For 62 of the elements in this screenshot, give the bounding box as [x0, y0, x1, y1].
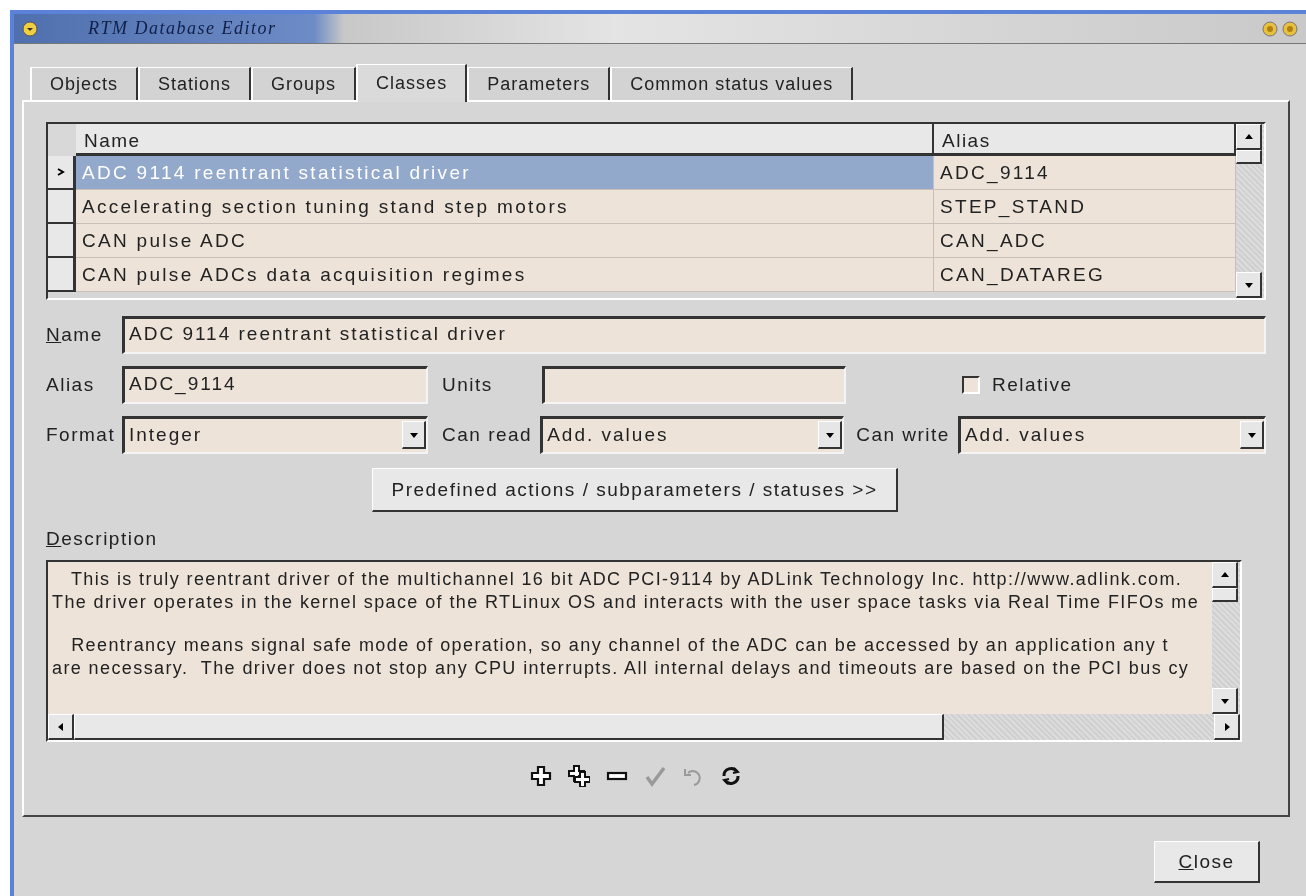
- close-button[interactable]: Close: [1154, 841, 1260, 883]
- tab[interactable]: Stations: [138, 67, 252, 100]
- scroll-thumb[interactable]: [1212, 588, 1238, 602]
- description-line: This is truly reentrant driver of the multichannel 16 bit ADC PCI-9114 by ADLink Technology Inc. http://www.adlink.com.: [69, 568, 1184, 591]
- description-label: Description: [46, 528, 158, 550]
- scroll-thumb[interactable]: [1236, 150, 1262, 164]
- current-row-icon: [56, 168, 65, 176]
- horizontal-scrollbar[interactable]: [48, 714, 1240, 740]
- tab[interactable]: Classes: [356, 64, 468, 102]
- dropdown[interactable]: Add. values: [957, 416, 1266, 454]
- description-line: Reentrancy means signal safe mode of operation, so any channel of the ADC can be accessed by an application any t: [70, 634, 1170, 657]
- dropdown-button[interactable]: [402, 421, 426, 449]
- scroll-down-button[interactable]: [1236, 272, 1262, 298]
- field-label: Can read: [442, 424, 533, 446]
- scroll-up-button[interactable]: [1212, 562, 1238, 588]
- scroll-left-button[interactable]: [48, 714, 74, 740]
- description-line: The driver operates in the kernel space of the RTLinux OS and interacts with the user space tasks via Real Time FIFOs me: [52, 591, 1201, 614]
- column-header[interactable]: Alias: [934, 124, 1236, 156]
- table-cell[interactable]: CAN_ADC: [934, 224, 1236, 258]
- row-header[interactable]: [48, 190, 76, 224]
- tab[interactable]: Groups: [251, 67, 357, 100]
- row-header[interactable]: [48, 224, 76, 258]
- scroll-down-button[interactable]: [1212, 688, 1238, 714]
- column-header[interactable]: Name: [76, 124, 934, 156]
- relative-checkbox[interactable]: [962, 376, 980, 394]
- plus-icon[interactable]: [530, 765, 552, 787]
- vertical-scrollbar[interactable]: [1236, 124, 1264, 298]
- dropdown[interactable]: Add. values: [540, 416, 845, 454]
- dropdown[interactable]: Integer: [122, 416, 428, 454]
- table-cell[interactable]: STEP_STAND: [934, 190, 1236, 224]
- field-label: Name: [46, 324, 104, 346]
- row-header[interactable]: [48, 258, 76, 292]
- double-plus-icon[interactable]: [568, 765, 590, 787]
- field-label: Alias: [46, 374, 96, 396]
- table-cell[interactable]: CAN pulse ADCs data acquisition regimes: [76, 258, 934, 292]
- table-cell[interactable]: CAN pulse ADC: [76, 224, 934, 258]
- window-title: RTM Database Editor: [88, 18, 277, 39]
- description-box[interactable]: [46, 560, 1242, 742]
- field-label: Can write: [856, 424, 950, 446]
- scroll-thumb[interactable]: [74, 714, 944, 740]
- tab[interactable]: Parameters: [467, 67, 611, 100]
- name-field[interactable]: ADC 9114 reentrant statistical driver: [122, 316, 1266, 354]
- dropdown-button[interactable]: [818, 421, 843, 449]
- dropdown-button[interactable]: [1240, 421, 1264, 449]
- predefined-actions-button[interactable]: Predefined actions / subparameters / statuses >>: [372, 468, 898, 512]
- table-cell[interactable]: ADC_9114: [934, 156, 1236, 190]
- tab[interactable]: Common status values: [610, 67, 854, 100]
- refresh-icon[interactable]: [720, 765, 742, 787]
- alias-field[interactable]: ADC_9114: [122, 366, 428, 404]
- field-label: Units: [442, 374, 494, 396]
- window-menu-icon[interactable]: [22, 20, 38, 37]
- row-header[interactable]: [48, 156, 76, 190]
- tab[interactable]: Objects: [30, 67, 139, 100]
- table-cell[interactable]: CAN_DATAREG: [934, 258, 1236, 292]
- checkbox-label: Relative: [992, 374, 1073, 396]
- units-field[interactable]: [542, 366, 846, 404]
- table-cell[interactable]: Accelerating section tuning stand step motors: [76, 190, 934, 224]
- scroll-right-button[interactable]: [1214, 714, 1240, 740]
- vertical-scrollbar[interactable]: [1212, 562, 1240, 714]
- field-label: Format: [46, 424, 117, 446]
- description-line: are necessary. The driver does not stop any CPU interrupts. All internal delays and timeouts are based on the PCI bus cy: [52, 657, 1191, 680]
- scroll-up-button[interactable]: [1236, 124, 1262, 150]
